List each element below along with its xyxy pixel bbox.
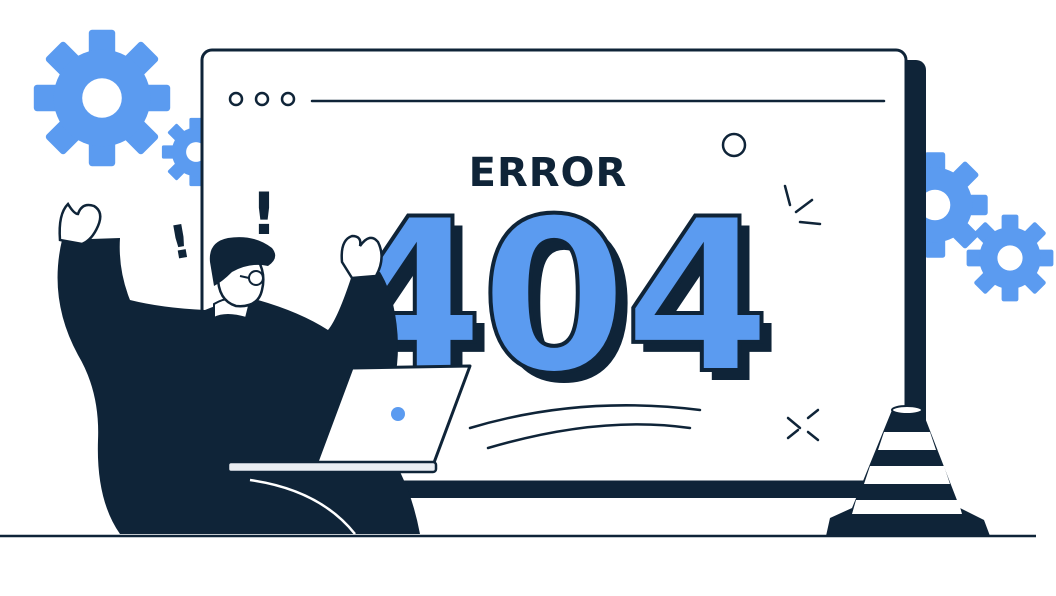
svg-text:!: ! [165, 214, 195, 271]
svg-text:!: ! [251, 180, 277, 248]
gear-icon [966, 214, 1054, 302]
exclamation-icon: ! [251, 180, 277, 248]
gear-icon [33, 29, 171, 167]
error-404-illustration: ERROR 404 404 ! ! [0, 29, 1054, 538]
exclamation-icon: ! [165, 214, 195, 271]
